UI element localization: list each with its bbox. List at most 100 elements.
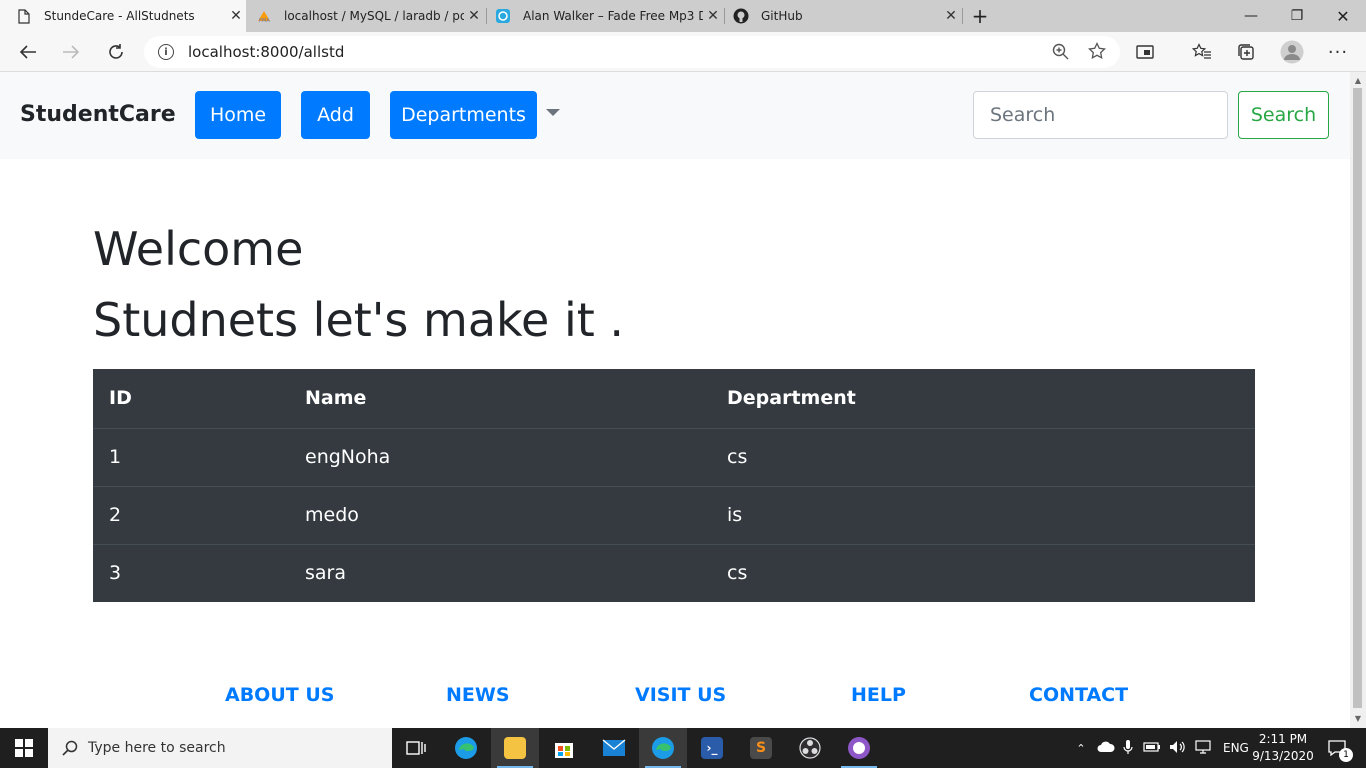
svg-text:PMA: PMA: [259, 18, 270, 23]
page-content: StudentCare Home Add Departments Search …: [0, 72, 1350, 728]
cell-department: cs: [711, 427, 1255, 486]
cell-id: 3: [93, 543, 289, 602]
more-options-icon[interactable]: ···: [1322, 36, 1354, 68]
store-icon[interactable]: [540, 728, 588, 768]
task-view-icon[interactable]: [392, 728, 440, 768]
windows-taskbar: Type here to search ›_ S ⌃ ENG 2:11 PM 9…: [0, 728, 1366, 768]
github-desktop-icon[interactable]: [835, 728, 883, 768]
close-window-button[interactable]: ✕: [1320, 0, 1366, 32]
refresh-button[interactable]: [100, 36, 132, 68]
site-icon: [495, 8, 511, 24]
battery-icon[interactable]: [1143, 741, 1161, 755]
cell-name: sara: [289, 543, 711, 602]
tab-alan-walker[interactable]: Alan Walker – Fade Free Mp3 Do ✕: [487, 0, 723, 32]
immersive-reader-icon[interactable]: [1129, 36, 1161, 68]
students-table: ID Name Department 1 engNoha cs 2 medo i…: [93, 369, 1255, 602]
search-input[interactable]: [973, 91, 1228, 139]
tab-phpmyadmin[interactable]: PMA localhost / MySQL / laradb / pos ✕: [248, 0, 484, 32]
footer-link-news[interactable]: NEWS: [446, 684, 510, 706]
browser-toolbar: i localhost:8000/allstd ···: [0, 32, 1366, 72]
address-bar[interactable]: i localhost:8000/allstd: [144, 36, 1120, 68]
departments-button[interactable]: Departments: [390, 91, 537, 139]
taskbar-search-box[interactable]: Type here to search: [48, 728, 392, 768]
page-scrollbar[interactable]: ▲ ▼: [1350, 72, 1366, 728]
footer-link-help[interactable]: HELP: [851, 684, 906, 706]
column-header-id: ID: [109, 387, 132, 410]
clock-date: 9/13/2020: [1252, 749, 1314, 763]
tab-title: GitHub: [761, 9, 803, 23]
table-header-row: ID Name Department: [93, 369, 1255, 428]
microphone-icon[interactable]: [1123, 739, 1133, 758]
cell-department: cs: [711, 543, 1255, 602]
zoom-icon[interactable]: [1052, 43, 1070, 65]
cell-id: 1: [93, 427, 289, 486]
onedrive-icon[interactable]: [1097, 741, 1115, 756]
network-icon[interactable]: [1195, 739, 1213, 757]
close-tab-icon[interactable]: ✕: [703, 8, 723, 24]
close-tab-icon[interactable]: ✕: [941, 8, 961, 24]
brand-logo-text[interactable]: StudentCare: [20, 102, 176, 127]
url-text: localhost:8000/allstd: [188, 43, 345, 61]
page-icon: [16, 8, 32, 24]
edge-icon[interactable]: [442, 728, 490, 768]
close-tab-icon[interactable]: ✕: [464, 8, 484, 24]
taskbar-search-placeholder: Type here to search: [88, 740, 226, 756]
chevron-down-icon[interactable]: [546, 109, 560, 116]
info-icon[interactable]: i: [158, 44, 174, 60]
language-indicator[interactable]: ENG: [1223, 741, 1249, 755]
welcome-heading: Welcome: [93, 222, 304, 276]
sublime-text-icon[interactable]: S: [737, 728, 785, 768]
cell-name: engNoha: [289, 427, 711, 486]
powershell-icon[interactable]: ›_: [688, 728, 736, 768]
footer-link-about-us[interactable]: ABOUT US: [225, 684, 334, 706]
tab-github[interactable]: GitHub ✕: [725, 0, 961, 32]
back-button[interactable]: [12, 36, 44, 68]
file-explorer-icon[interactable]: [491, 728, 539, 768]
subheading: Studnets let's make it .: [93, 293, 624, 347]
navbar: StudentCare Home Add Departments Search: [0, 72, 1350, 159]
home-button[interactable]: Home: [195, 91, 281, 139]
volume-icon[interactable]: [1169, 740, 1187, 757]
favorites-icon[interactable]: [1186, 36, 1218, 68]
table-row: 1 engNoha cs: [93, 427, 1255, 486]
scroll-down-icon[interactable]: ▼: [1353, 714, 1363, 723]
show-hidden-icons-icon[interactable]: ⌃: [1073, 742, 1089, 755]
browser-tab-strip: StundeCare - AllStudnets ✕ PMA localhost…: [0, 0, 1366, 32]
column-header-name: Name: [305, 387, 367, 410]
favorite-star-icon[interactable]: [1088, 41, 1106, 64]
forward-button[interactable]: [55, 36, 87, 68]
table-row: 3 sara cs: [93, 543, 1255, 602]
cell-name: medo: [289, 485, 711, 544]
restore-button[interactable]: ❐: [1274, 0, 1320, 32]
tab-title: Alan Walker – Fade Free Mp3 Do: [523, 9, 703, 23]
scroll-up-icon[interactable]: ▲: [1353, 76, 1363, 85]
tab-title: StundeCare - AllStudnets: [44, 9, 195, 23]
footer-link-contact[interactable]: CONTACT: [1029, 684, 1128, 706]
scrollbar-thumb[interactable]: [1353, 88, 1362, 708]
phpmyadmin-icon: PMA: [256, 8, 272, 24]
windows-start-icon[interactable]: [0, 728, 48, 768]
add-button[interactable]: Add: [301, 91, 370, 139]
search-icon: [62, 740, 78, 756]
profile-avatar[interactable]: [1276, 36, 1308, 68]
new-tab-button[interactable]: +: [964, 0, 996, 32]
column-header-department: Department: [727, 387, 856, 410]
mail-icon[interactable]: [590, 728, 638, 768]
taskbar-clock[interactable]: 2:11 PM 9/13/2020: [1248, 731, 1318, 765]
collections-icon[interactable]: [1230, 36, 1262, 68]
action-center-icon[interactable]: 1: [1322, 728, 1353, 768]
minimize-button[interactable]: —: [1228, 0, 1274, 32]
edge-active-icon[interactable]: [639, 728, 687, 768]
search-button[interactable]: Search: [1238, 91, 1329, 139]
clock-time: 2:11 PM: [1258, 732, 1308, 746]
close-tab-icon[interactable]: ✕: [226, 8, 246, 24]
cell-id: 2: [93, 485, 289, 544]
tab-title: localhost / MySQL / laradb / pos: [284, 9, 464, 23]
github-icon: [733, 8, 749, 24]
obs-icon[interactable]: [786, 728, 834, 768]
cell-department: is: [711, 485, 1255, 544]
footer-link-visit-us[interactable]: VISIT US: [635, 684, 726, 706]
system-tray: ⌃ ENG: [1073, 728, 1249, 768]
notification-badge: 1: [1339, 748, 1353, 762]
tab-allstudnets[interactable]: StundeCare - AllStudnets ✕: [0, 0, 246, 32]
